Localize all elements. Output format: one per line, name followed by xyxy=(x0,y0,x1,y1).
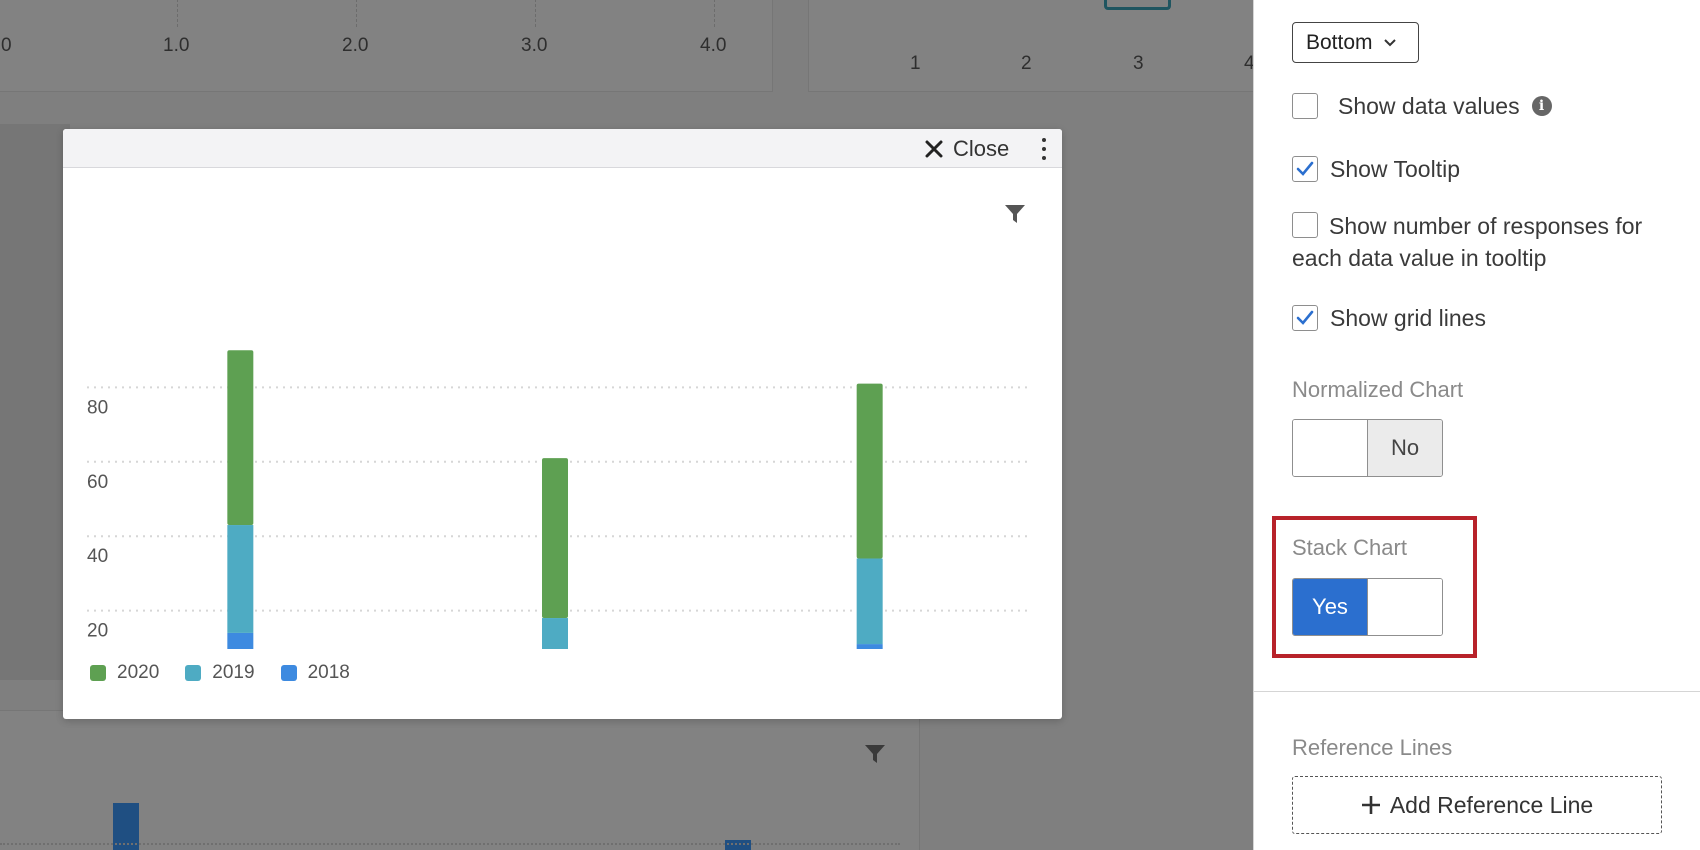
show-data-values-checkbox[interactable] xyxy=(1292,93,1318,119)
background-gridline xyxy=(177,0,178,27)
show-responses-label: Show number of responses for each data v… xyxy=(1292,213,1643,271)
bar-segment xyxy=(856,558,883,645)
bar-segment xyxy=(227,525,254,633)
background-gridline xyxy=(356,0,357,27)
show-data-values-option[interactable]: Show data values i xyxy=(1292,90,1552,122)
close-button[interactable]: Close xyxy=(925,136,1009,162)
show-tooltip-option[interactable]: Show Tooltip xyxy=(1292,153,1460,185)
normalized-chart-toggle[interactable]: No xyxy=(1292,419,1443,477)
add-reference-line-button[interactable]: Add Reference Line xyxy=(1292,776,1662,834)
background-gridline xyxy=(0,843,900,845)
legend-swatch xyxy=(280,665,297,681)
background-chart-card: 1 2 3 4 xyxy=(808,0,1268,92)
show-responses-checkbox[interactable] xyxy=(1292,212,1318,239)
y-tick-label: 20 xyxy=(87,621,108,642)
close-label: Close xyxy=(953,136,1010,161)
background-gridline xyxy=(714,0,715,27)
background-gridline xyxy=(535,0,536,27)
checkmark-icon xyxy=(1296,161,1314,176)
background-tick-label: 3 xyxy=(1133,53,1144,74)
bar-segment xyxy=(227,632,254,649)
y-tick-label: 60 xyxy=(87,472,108,493)
bar-segment xyxy=(542,618,568,649)
background-tick-label: 3.0 xyxy=(521,35,548,56)
modal-header: Close xyxy=(63,129,1062,168)
legend-position-value: Bottom xyxy=(1306,30,1373,54)
stack-yes-option[interactable]: Yes xyxy=(1293,579,1367,635)
background-tick-label: 0 xyxy=(1,35,12,56)
bar-segment xyxy=(227,350,254,526)
background-chart-card: 0 1.0 2.0 3.0 4.0 xyxy=(0,0,773,92)
bar-segment xyxy=(856,383,883,559)
legend-item[interactable]: 2018 xyxy=(280,662,350,684)
show-grid-lines-option[interactable]: Show grid lines xyxy=(1292,302,1486,334)
legend-label: 2020 xyxy=(117,662,160,683)
close-icon xyxy=(925,140,943,158)
checkmark-icon xyxy=(1296,310,1314,325)
normalized-yes-option[interactable] xyxy=(1293,420,1367,476)
legend-item[interactable]: 2020 xyxy=(90,662,159,684)
background-chart-card xyxy=(0,124,70,680)
bar-segment xyxy=(856,644,883,649)
background-tick-label: 1.0 xyxy=(163,35,190,56)
legend-item[interactable]: 2019 xyxy=(185,662,255,684)
background-tick-label: 1 xyxy=(910,53,921,74)
show-tooltip-checkbox[interactable] xyxy=(1292,156,1318,182)
background-tick-label: 2.0 xyxy=(342,35,369,56)
show-data-values-label: Show data values xyxy=(1338,93,1520,119)
show-grid-lines-label: Show grid lines xyxy=(1330,305,1486,331)
plus-icon xyxy=(1361,796,1380,814)
background-filter-icon xyxy=(865,745,885,763)
legend-label: 2019 xyxy=(212,662,255,683)
reference-lines-label: Reference Lines xyxy=(1292,735,1453,760)
show-responses-option[interactable]: Show number of responses for each data v… xyxy=(1292,210,1672,274)
legend-swatch xyxy=(185,665,202,681)
legend-label: 2018 xyxy=(307,662,350,683)
stack-chart-label: Stack Chart xyxy=(1292,535,1407,560)
stacked-bar-chart: 20406080Customer SuccessMarketingSales xyxy=(87,350,1031,649)
y-tick-label: 40 xyxy=(87,546,108,567)
background-tick-label: 4.0 xyxy=(700,35,727,56)
background-boxplot-mark xyxy=(1104,0,1171,10)
legend-position-select[interactable]: Bottom xyxy=(1292,22,1419,63)
show-tooltip-label: Show Tooltip xyxy=(1330,156,1460,182)
legend-swatch xyxy=(90,665,106,681)
bar-segment xyxy=(542,458,568,619)
chart-legend: 2020 2019 2018 xyxy=(90,662,350,684)
add-reference-line-label: Add Reference Line xyxy=(1389,791,1594,818)
background-tick-label: 2 xyxy=(1021,53,1032,74)
normalized-no-option[interactable]: No xyxy=(1367,420,1442,476)
more-options-icon[interactable] xyxy=(1035,135,1053,163)
normalized-chart-label: Normalized Chart xyxy=(1292,377,1464,402)
y-tick-label: 80 xyxy=(87,397,108,418)
stack-chart-toggle[interactable]: Yes xyxy=(1292,578,1443,636)
chart-settings-panel: Bottom Show data values i Show Tooltip S… xyxy=(1253,0,1700,850)
chart-preview-modal: Close 20406080Customer SuccessMarketingS… xyxy=(63,129,1062,719)
info-icon[interactable]: i xyxy=(1531,96,1552,116)
background-bar xyxy=(725,840,751,850)
section-divider xyxy=(1254,691,1700,692)
chevron-down-icon xyxy=(1383,39,1396,47)
show-grid-lines-checkbox[interactable] xyxy=(1292,305,1318,331)
stack-no-option[interactable] xyxy=(1367,579,1442,635)
